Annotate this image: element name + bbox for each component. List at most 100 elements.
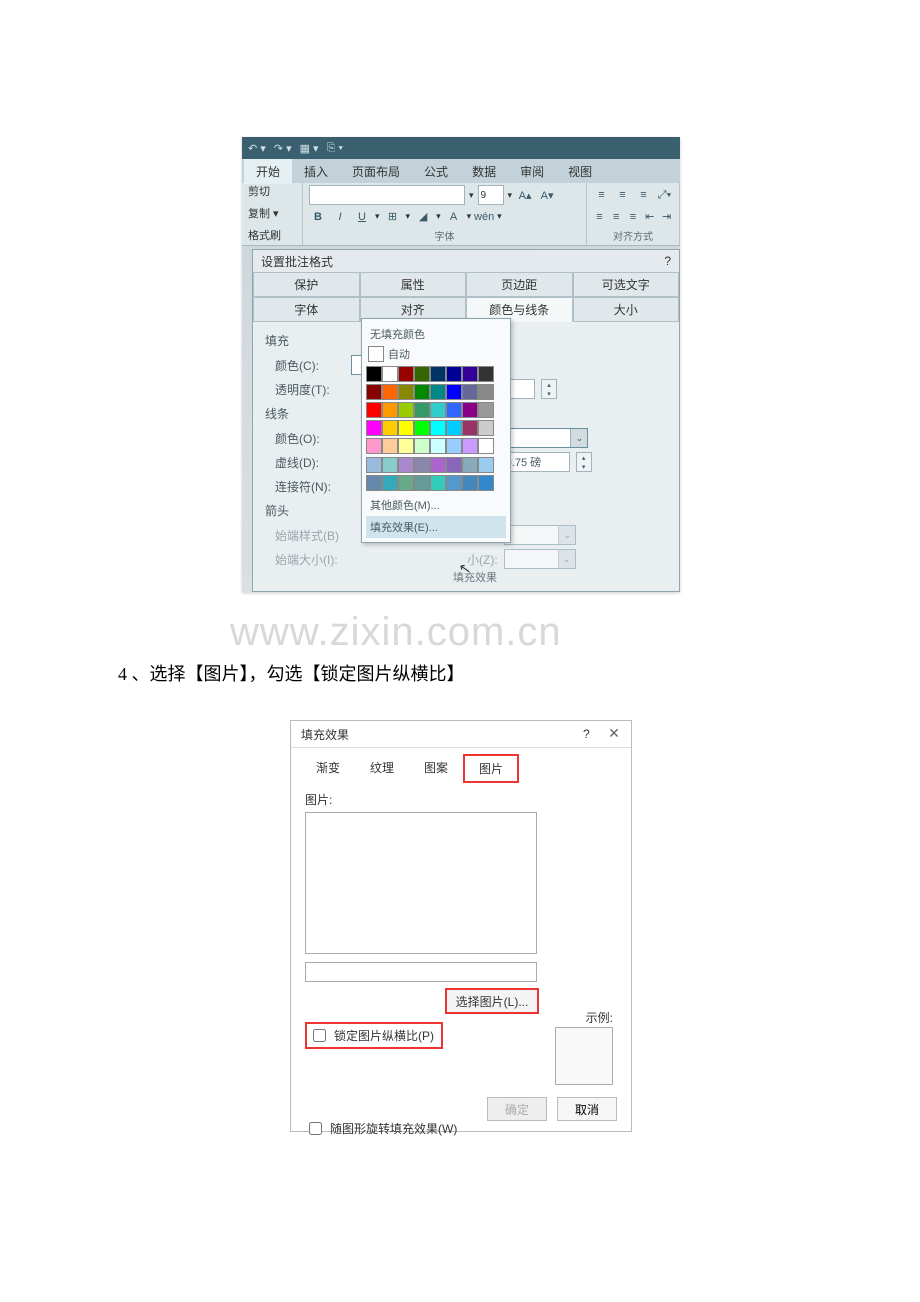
- color-swatch[interactable]: [382, 366, 398, 382]
- color-swatch[interactable]: [478, 475, 494, 491]
- tab-margins[interactable]: 页边距: [466, 272, 573, 297]
- color-swatch[interactable]: [366, 384, 382, 400]
- color-swatch[interactable]: [462, 402, 478, 418]
- lock-ratio-checkbox[interactable]: [313, 1029, 326, 1042]
- color-swatch[interactable]: [478, 420, 494, 436]
- color-swatch[interactable]: [446, 402, 462, 418]
- tab-gradient[interactable]: 渐变: [301, 754, 355, 783]
- color-swatch[interactable]: [446, 384, 462, 400]
- qat-icon2[interactable]: ⎘ ▾: [327, 142, 343, 155]
- tab-font[interactable]: 字体: [253, 297, 360, 322]
- fill-effects-option[interactable]: 填充效果(E)...: [366, 516, 506, 538]
- color-swatch[interactable]: [430, 420, 446, 436]
- color-swatch[interactable]: [382, 457, 398, 473]
- font-size-dropdown[interactable]: 9: [478, 185, 504, 205]
- color-swatch[interactable]: [398, 420, 414, 436]
- color-swatch[interactable]: [462, 384, 478, 400]
- tab-insert[interactable]: 插入: [292, 159, 340, 184]
- color-swatch[interactable]: [478, 384, 494, 400]
- shrink-font-icon[interactable]: A▾: [538, 186, 556, 204]
- color-swatch[interactable]: [366, 420, 382, 436]
- color-swatch[interactable]: [462, 366, 478, 382]
- color-swatch[interactable]: [478, 438, 494, 454]
- tab-alttext[interactable]: 可选文字: [573, 272, 680, 297]
- color-swatch[interactable]: [414, 402, 430, 418]
- color-swatch[interactable]: [446, 457, 462, 473]
- ok-button[interactable]: 确定: [487, 1097, 547, 1121]
- qat-icon[interactable]: ▦ ▾: [300, 142, 319, 155]
- tab-data[interactable]: 数据: [460, 159, 508, 184]
- grow-font-icon[interactable]: A▴: [516, 186, 534, 204]
- tab-pattern[interactable]: 图案: [409, 754, 463, 783]
- underline-button[interactable]: U: [353, 208, 371, 226]
- color-swatch[interactable]: [430, 366, 446, 382]
- color-swatch[interactable]: [430, 402, 446, 418]
- fill-color-icon[interactable]: ◢: [414, 208, 432, 226]
- select-picture-button[interactable]: 选择图片(L)...: [445, 988, 539, 1014]
- color-swatch[interactable]: [382, 402, 398, 418]
- help-icon[interactable]: ?: [583, 727, 590, 741]
- color-swatch[interactable]: [478, 366, 494, 382]
- no-fill-option[interactable]: 无填充颜色: [366, 323, 506, 345]
- color-swatch[interactable]: [446, 475, 462, 491]
- color-swatch[interactable]: [414, 366, 430, 382]
- color-swatch[interactable]: [430, 438, 446, 454]
- indent-inc-icon[interactable]: ⇥: [660, 208, 673, 226]
- transparency-spinner[interactable]: ▴▾: [541, 379, 557, 399]
- bold-button[interactable]: B: [309, 208, 327, 226]
- orientation-icon[interactable]: ⤢▾: [656, 186, 673, 204]
- cancel-button[interactable]: 取消: [557, 1097, 617, 1121]
- copy-button[interactable]: 复制 ▾: [248, 207, 296, 221]
- color-swatch[interactable]: [366, 402, 382, 418]
- indent-dec-icon[interactable]: ⇤: [643, 208, 656, 226]
- color-swatch[interactable]: [382, 475, 398, 491]
- weight-value[interactable]: 0.75 磅: [502, 452, 570, 472]
- color-swatch[interactable]: [430, 384, 446, 400]
- tab-size[interactable]: 大小: [573, 297, 680, 322]
- color-swatch[interactable]: [382, 420, 398, 436]
- color-swatch[interactable]: [414, 438, 430, 454]
- color-swatch[interactable]: [366, 438, 382, 454]
- tab-layout[interactable]: 页面布局: [340, 159, 412, 184]
- color-swatch[interactable]: [414, 457, 430, 473]
- tab-start[interactable]: 开始: [244, 159, 292, 184]
- color-swatch[interactable]: [366, 366, 382, 382]
- font-name-dropdown[interactable]: [309, 185, 465, 205]
- redo-icon[interactable]: ↷ ▾: [274, 142, 292, 155]
- rotate-checkbox[interactable]: [309, 1122, 322, 1135]
- phonetic-icon[interactable]: wén: [475, 208, 493, 226]
- color-swatch[interactable]: [462, 457, 478, 473]
- color-swatch[interactable]: [366, 457, 382, 473]
- color-swatch[interactable]: [462, 420, 478, 436]
- weight-spinner[interactable]: ▴▾: [576, 452, 592, 472]
- tab-texture[interactable]: 纹理: [355, 754, 409, 783]
- color-swatch[interactable]: [398, 384, 414, 400]
- color-swatch[interactable]: [446, 366, 462, 382]
- tab-protect[interactable]: 保护: [253, 272, 360, 297]
- color-swatch[interactable]: [398, 366, 414, 382]
- align-top-icon[interactable]: ≡: [593, 186, 610, 204]
- undo-icon[interactable]: ↶ ▾: [248, 142, 266, 155]
- color-swatch[interactable]: [478, 457, 494, 473]
- color-swatch[interactable]: [366, 475, 382, 491]
- chevron-down-icon[interactable]: ⌄: [570, 429, 587, 447]
- tab-formula[interactable]: 公式: [412, 159, 460, 184]
- tab-attributes[interactable]: 属性: [360, 272, 467, 297]
- tab-review[interactable]: 审阅: [508, 159, 556, 184]
- format-painter-button[interactable]: 格式刷: [248, 229, 296, 243]
- color-swatch[interactable]: [430, 475, 446, 491]
- color-swatch[interactable]: [462, 438, 478, 454]
- color-swatch[interactable]: [398, 457, 414, 473]
- color-swatch[interactable]: [446, 420, 462, 436]
- color-swatch[interactable]: [398, 438, 414, 454]
- italic-button[interactable]: I: [331, 208, 349, 226]
- color-swatch[interactable]: [446, 438, 462, 454]
- tab-view[interactable]: 视图: [556, 159, 604, 184]
- color-swatch[interactable]: [462, 475, 478, 491]
- cut-button[interactable]: 剪切: [248, 185, 296, 199]
- help-icon[interactable]: ?: [664, 254, 671, 268]
- align-bottom-icon[interactable]: ≡: [635, 186, 652, 204]
- color-swatch[interactable]: [398, 475, 414, 491]
- color-swatch[interactable]: [398, 402, 414, 418]
- align-middle-icon[interactable]: ≡: [614, 186, 631, 204]
